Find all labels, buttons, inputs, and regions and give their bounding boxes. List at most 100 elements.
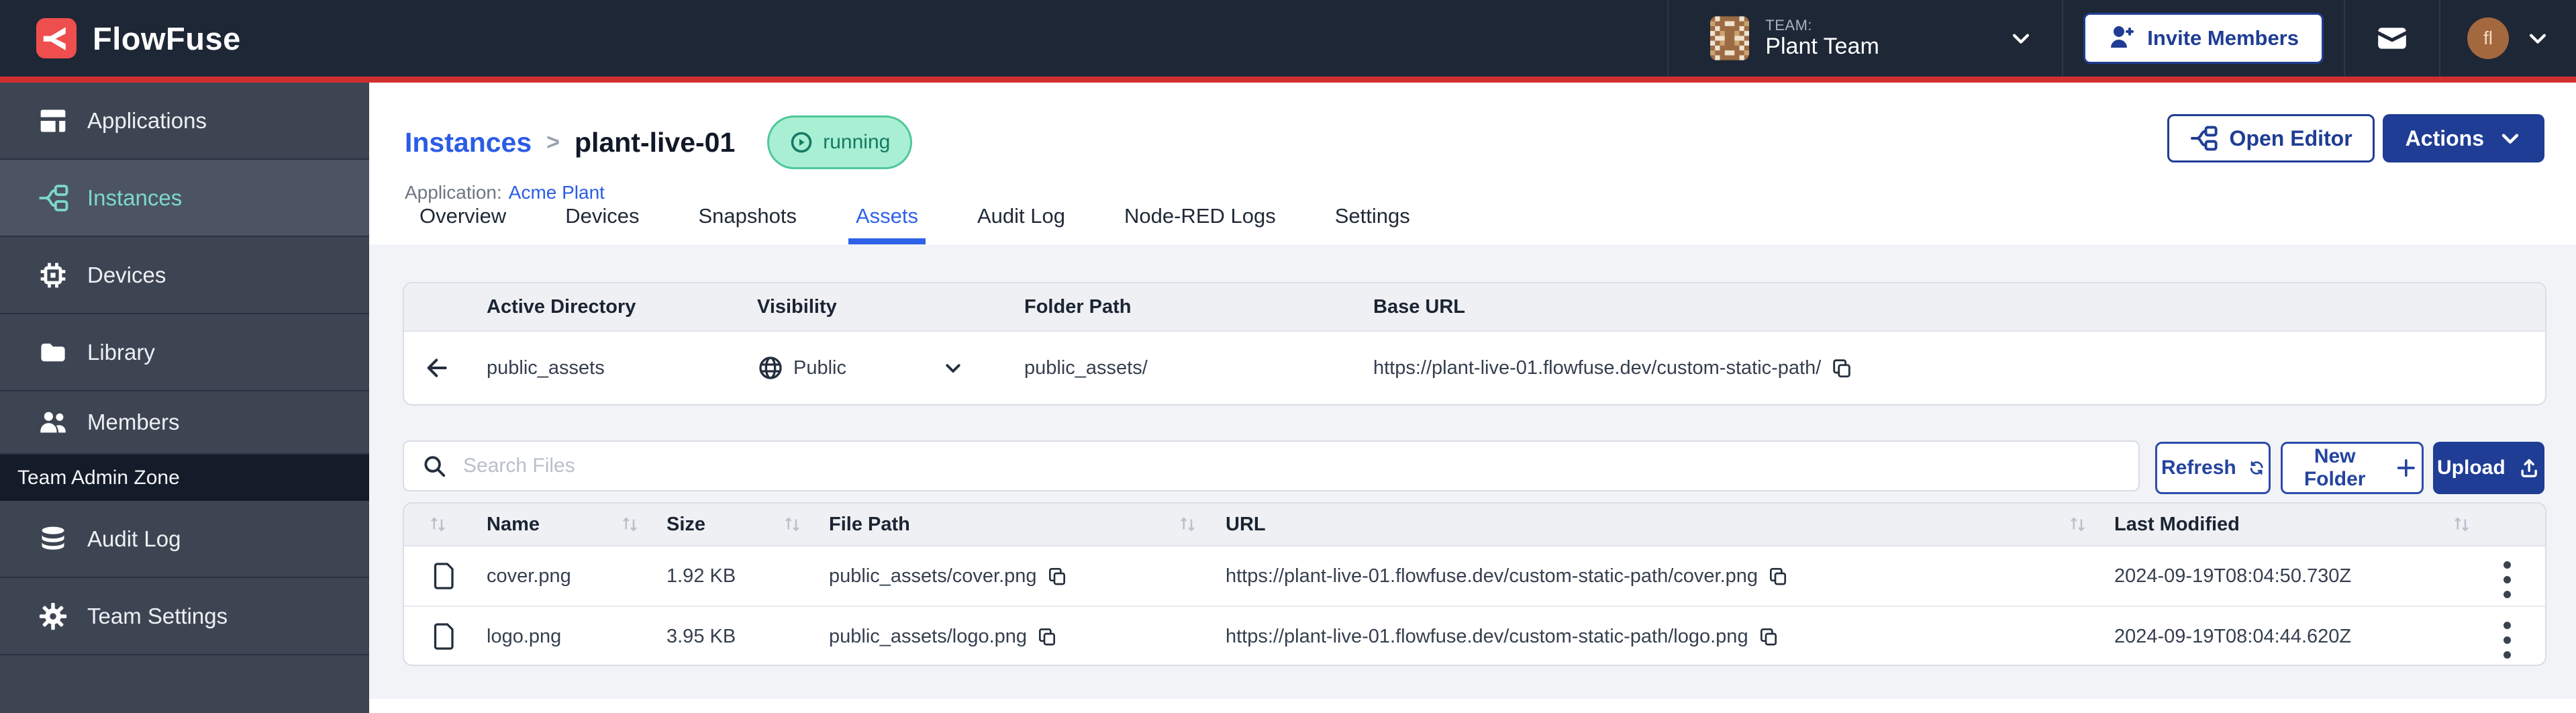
team-text: TEAM: Plant Team bbox=[1765, 17, 1993, 60]
sidebar-item-audit-log[interactable]: Audit Log bbox=[0, 501, 369, 578]
back-arrow-icon[interactable] bbox=[424, 332, 451, 404]
sidebar-item-instances[interactable]: Instances bbox=[0, 160, 369, 237]
breadcrumb-instances-link[interactable]: Instances bbox=[405, 127, 532, 158]
sort-icon[interactable] bbox=[1178, 504, 1198, 545]
column-active-directory: Active Directory bbox=[487, 295, 636, 318]
new-folder-button[interactable]: New Folder bbox=[2281, 442, 2424, 494]
table-row[interactable]: cover.png 1.92 KB public_assets/cover.pn… bbox=[404, 546, 2545, 607]
column-name[interactable]: Name bbox=[487, 504, 540, 545]
file-path-value: public_assets/logo.png bbox=[829, 625, 1028, 647]
tab-audit-log[interactable]: Audit Log bbox=[970, 204, 1073, 244]
sidebar-item-label: Applications bbox=[87, 107, 207, 133]
base-url-cell: https://plant-live-01.flowfuse.dev/custo… bbox=[1373, 332, 1853, 404]
home-link[interactable]: FlowFuse bbox=[36, 18, 241, 58]
flowfuse-app: FlowFuse TEAM: Plant Team Invite Members… bbox=[0, 0, 2576, 713]
sidebar-item-label: Members bbox=[87, 410, 180, 434]
copy-icon[interactable] bbox=[1046, 565, 1068, 587]
tab-overview[interactable]: Overview bbox=[412, 204, 513, 244]
sort-icon[interactable] bbox=[428, 504, 448, 545]
chevron-down-icon bbox=[2013, 34, 2030, 44]
application-label: Application: bbox=[405, 182, 502, 203]
copy-icon[interactable] bbox=[1830, 356, 1853, 379]
table-row[interactable]: logo.png 3.95 KB public_assets/logo.png … bbox=[404, 607, 2545, 665]
tab-devices[interactable]: Devices bbox=[558, 204, 646, 244]
file-icon bbox=[432, 546, 456, 606]
column-url[interactable]: URL bbox=[1226, 504, 1266, 545]
files-table: Name Size File Path URL Last Modified co… bbox=[403, 502, 2546, 666]
sidebar-item-applications[interactable]: Applications bbox=[0, 83, 369, 160]
file-name: cover.png bbox=[487, 565, 571, 587]
invite-members-button[interactable]: Invite Members bbox=[2083, 13, 2324, 64]
visibility-select[interactable]: Public bbox=[757, 332, 963, 404]
status-badge: running bbox=[767, 115, 913, 169]
breadcrumb-separator: > bbox=[546, 129, 560, 155]
open-editor-label: Open Editor bbox=[2229, 126, 2352, 150]
file-url-cell: https://plant-live-01.flowfuse.dev/custo… bbox=[1226, 546, 1789, 606]
file-last-modified: 2024-09-19T08:04:50.730Z bbox=[2114, 565, 2352, 587]
accent-line bbox=[0, 77, 2576, 83]
copy-icon[interactable] bbox=[1036, 626, 1058, 647]
actions-button[interactable]: Actions bbox=[2382, 114, 2544, 162]
row-menu-kebab-icon[interactable] bbox=[2498, 556, 2516, 604]
play-circle-icon bbox=[791, 132, 812, 153]
sidebar-item-devices[interactable]: Devices bbox=[0, 237, 369, 314]
members-icon bbox=[38, 407, 68, 438]
copy-icon[interactable] bbox=[1758, 626, 1779, 647]
sidebar-item-team-settings[interactable]: Team Settings bbox=[0, 578, 369, 655]
sidebar-item-label: Library bbox=[87, 339, 155, 365]
team-admin-zone-label: Team Admin Zone bbox=[17, 466, 180, 489]
row-menu-kebab-icon[interactable] bbox=[2498, 616, 2516, 664]
column-size[interactable]: Size bbox=[666, 504, 705, 545]
tab-assets[interactable]: Assets bbox=[848, 204, 926, 244]
flowfuse-logo-icon bbox=[36, 18, 77, 58]
sort-icon[interactable] bbox=[783, 504, 803, 545]
library-icon bbox=[38, 337, 68, 368]
files-table-header: Name Size File Path URL Last Modified bbox=[404, 504, 2545, 546]
sort-icon[interactable] bbox=[620, 504, 640, 545]
user-menu[interactable]: fl bbox=[2440, 0, 2576, 77]
column-last-modified[interactable]: Last Modified bbox=[2114, 504, 2240, 545]
team-name: Plant Team bbox=[1765, 34, 1879, 60]
plus-icon bbox=[2397, 459, 2416, 477]
instance-header: Instances > plant-live-01 running Applic… bbox=[369, 83, 2576, 246]
column-file-path[interactable]: File Path bbox=[829, 504, 910, 545]
upload-button[interactable]: Upload bbox=[2433, 442, 2544, 494]
active-directory-header: Active Directory Visibility Folder Path … bbox=[404, 283, 2545, 332]
files-toolbar: Refresh New Folder Upload bbox=[403, 440, 2544, 495]
assets-panel: Active Directory Visibility Folder Path … bbox=[369, 244, 2576, 699]
file-path-value: public_assets/cover.png bbox=[829, 565, 1037, 587]
devices-icon bbox=[38, 260, 68, 291]
search-input[interactable] bbox=[462, 454, 2121, 478]
column-folder-path: Folder Path bbox=[1024, 295, 1132, 318]
tab-node-red-logs[interactable]: Node-RED Logs bbox=[1117, 204, 1283, 244]
page-title: plant-live-01 bbox=[575, 126, 736, 158]
tab-settings[interactable]: Settings bbox=[1328, 204, 1418, 244]
open-editor-button[interactable]: Open Editor bbox=[2167, 114, 2375, 162]
copy-icon[interactable] bbox=[1767, 565, 1789, 587]
sidebar-item-label: Instances bbox=[87, 185, 183, 210]
sidebar-item-label: Devices bbox=[87, 262, 166, 287]
refresh-icon bbox=[2250, 461, 2263, 475]
tab-snapshots[interactable]: Snapshots bbox=[691, 204, 804, 244]
audit-log-icon bbox=[38, 524, 68, 555]
refresh-button[interactable]: Refresh bbox=[2155, 442, 2271, 494]
notifications-mail-icon[interactable] bbox=[2345, 0, 2439, 77]
sidebar-item-library[interactable]: Library bbox=[0, 314, 369, 391]
application-link[interactable]: Acme Plant bbox=[509, 182, 605, 203]
user-avatar: fl bbox=[2467, 17, 2509, 59]
team-selector[interactable]: TEAM: Plant Team bbox=[1669, 0, 2062, 77]
file-size: 3.95 KB bbox=[666, 625, 736, 647]
sort-icon[interactable] bbox=[2452, 504, 2472, 545]
active-directory-row: public_assets Public public_assets/ http… bbox=[404, 332, 2545, 404]
sidebar-item-label: Team Settings bbox=[87, 603, 228, 628]
instance-tabs: Overview Devices Snapshots Assets Audit … bbox=[412, 204, 1418, 244]
file-path-cell: public_assets/cover.png bbox=[829, 546, 1068, 606]
brand-name: FlowFuse bbox=[93, 20, 241, 56]
sidebar: Applications Instances Devices Library M… bbox=[0, 83, 369, 713]
team-avatar bbox=[1710, 16, 1750, 60]
search-icon bbox=[424, 456, 446, 477]
status-badge-label: running bbox=[823, 131, 891, 153]
column-visibility: Visibility bbox=[757, 295, 837, 318]
sort-icon[interactable] bbox=[2068, 504, 2088, 545]
sidebar-item-members[interactable]: Members bbox=[0, 391, 369, 455]
